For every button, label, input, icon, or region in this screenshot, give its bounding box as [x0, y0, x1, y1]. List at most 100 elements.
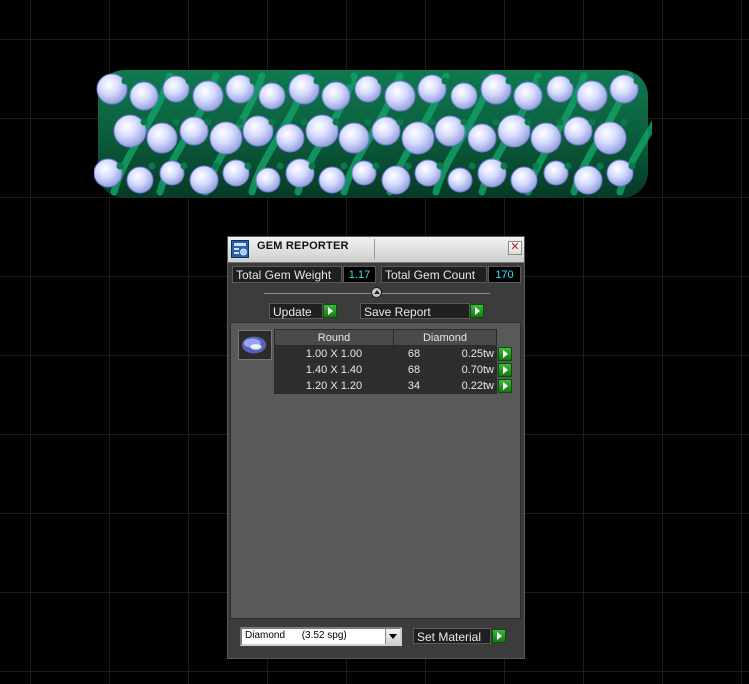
- gem-stone: [338, 122, 370, 154]
- total-gem-weight-value: 1.17: [343, 266, 376, 283]
- prong: [345, 77, 353, 85]
- gem-stone: [321, 81, 351, 111]
- save-report-button[interactable]: Save Report: [360, 303, 470, 319]
- gem-stone: [96, 73, 128, 105]
- gem-stone: [159, 160, 185, 186]
- gem-count: 34: [393, 377, 435, 394]
- prong: [569, 77, 577, 85]
- prong: [300, 118, 308, 126]
- prong: [532, 162, 540, 170]
- gem-table-header: Round Diamond: [274, 329, 514, 346]
- gem-stone: [371, 116, 401, 146]
- total-gem-count-label: Total Gem Count: [381, 266, 487, 283]
- shape-header: Round: [274, 329, 394, 346]
- prong: [588, 118, 596, 126]
- prong: [121, 77, 129, 85]
- gem-stone: [434, 115, 466, 147]
- title-bar[interactable]: GEM REPORTER ✕: [228, 237, 524, 263]
- row-go-icon[interactable]: [498, 346, 512, 361]
- set-material-go-icon[interactable]: [492, 629, 506, 643]
- update-button-label: Update: [273, 305, 312, 319]
- prong: [396, 118, 404, 126]
- gem-stone: [242, 115, 274, 147]
- gem-weight: 0.25tw: [433, 345, 498, 362]
- gem-count: 68: [393, 361, 435, 378]
- prong: [500, 162, 508, 170]
- gem-stone: [354, 75, 382, 103]
- gem-weight: 0.22tw: [433, 377, 498, 394]
- gem-stone: [222, 159, 250, 187]
- panel-splitter-handle[interactable]: [371, 287, 382, 298]
- prong: [268, 118, 276, 126]
- prong: [217, 77, 225, 85]
- gem-stone: [530, 122, 562, 154]
- ring-model: [94, 70, 652, 198]
- update-go-icon[interactable]: [323, 304, 337, 318]
- gem-stone: [288, 73, 320, 105]
- prong: [116, 162, 124, 170]
- prong: [441, 77, 449, 85]
- gem-stone: [480, 73, 512, 105]
- gem-stone: [543, 160, 569, 186]
- gem-stone: [401, 121, 435, 155]
- panel-title: GEM REPORTER: [257, 240, 349, 252]
- gem-stone: [497, 114, 531, 148]
- prong: [212, 162, 220, 170]
- prong: [332, 118, 340, 126]
- prong: [204, 118, 212, 126]
- gem-stone: [467, 123, 497, 153]
- gem-count: 68: [393, 345, 435, 362]
- gem-stone: [573, 165, 603, 195]
- gem-stone: [477, 158, 507, 188]
- prong: [556, 118, 564, 126]
- title-separator: [374, 239, 375, 259]
- gem-stone: [546, 75, 574, 103]
- table-row[interactable]: 1.40 X 1.40 68 0.70tw: [274, 361, 514, 378]
- gem-stone: [384, 80, 416, 112]
- prong: [537, 77, 545, 85]
- material-select-value: Diamond (3.52 spg): [245, 630, 347, 641]
- gem-stone: [285, 158, 315, 188]
- close-icon[interactable]: ✕: [508, 241, 522, 255]
- gem-stone: [113, 114, 147, 148]
- set-material-button[interactable]: Set Material: [413, 628, 491, 644]
- gem-stone: [381, 165, 411, 195]
- prong: [281, 77, 289, 85]
- row-go-cell: [497, 346, 514, 362]
- gem-stone: [162, 75, 190, 103]
- gem-stone: [351, 160, 377, 186]
- gem-size: 1.20 X 1.20: [274, 377, 394, 394]
- material-header: Diamond: [393, 329, 497, 346]
- gem-weight: 0.70tw: [433, 361, 498, 378]
- row-go-cell: [497, 378, 514, 394]
- gem-stone: [447, 167, 473, 193]
- prong: [244, 162, 252, 170]
- gem-reporter-app-icon: [231, 240, 249, 258]
- gem-stone: [209, 121, 243, 155]
- table-row[interactable]: 1.20 X 1.20 34 0.22tw: [274, 377, 514, 394]
- prong: [409, 77, 417, 85]
- material-bar: Diamond (3.52 spg) Set Material: [228, 620, 524, 658]
- gem-stone: [126, 166, 154, 194]
- material-select[interactable]: Diamond (3.52 spg): [240, 627, 402, 646]
- gem-stone: [593, 121, 627, 155]
- gem-stone: [94, 158, 123, 188]
- prong: [428, 118, 436, 126]
- gem-stone: [179, 116, 209, 146]
- prong: [180, 162, 188, 170]
- table-row[interactable]: 1.00 X 1.00 68 0.25tw: [274, 345, 514, 362]
- row-go-icon[interactable]: [498, 378, 512, 393]
- round-gem-icon[interactable]: [238, 330, 272, 360]
- update-button[interactable]: Update: [269, 303, 323, 319]
- prong: [468, 162, 476, 170]
- gem-list-area: Round Diamond 1.00 X 1.00 68 0.25tw 1.40…: [230, 322, 521, 619]
- row-go-icon[interactable]: [498, 362, 512, 377]
- gem-stone: [513, 81, 543, 111]
- save-report-go-icon[interactable]: [470, 304, 484, 318]
- save-report-button-label: Save Report: [364, 305, 431, 319]
- chevron-down-icon[interactable]: [385, 629, 400, 644]
- gem-stone: [510, 166, 538, 194]
- prong: [633, 77, 641, 85]
- gem-stone: [305, 114, 339, 148]
- gem-stone: [576, 80, 608, 112]
